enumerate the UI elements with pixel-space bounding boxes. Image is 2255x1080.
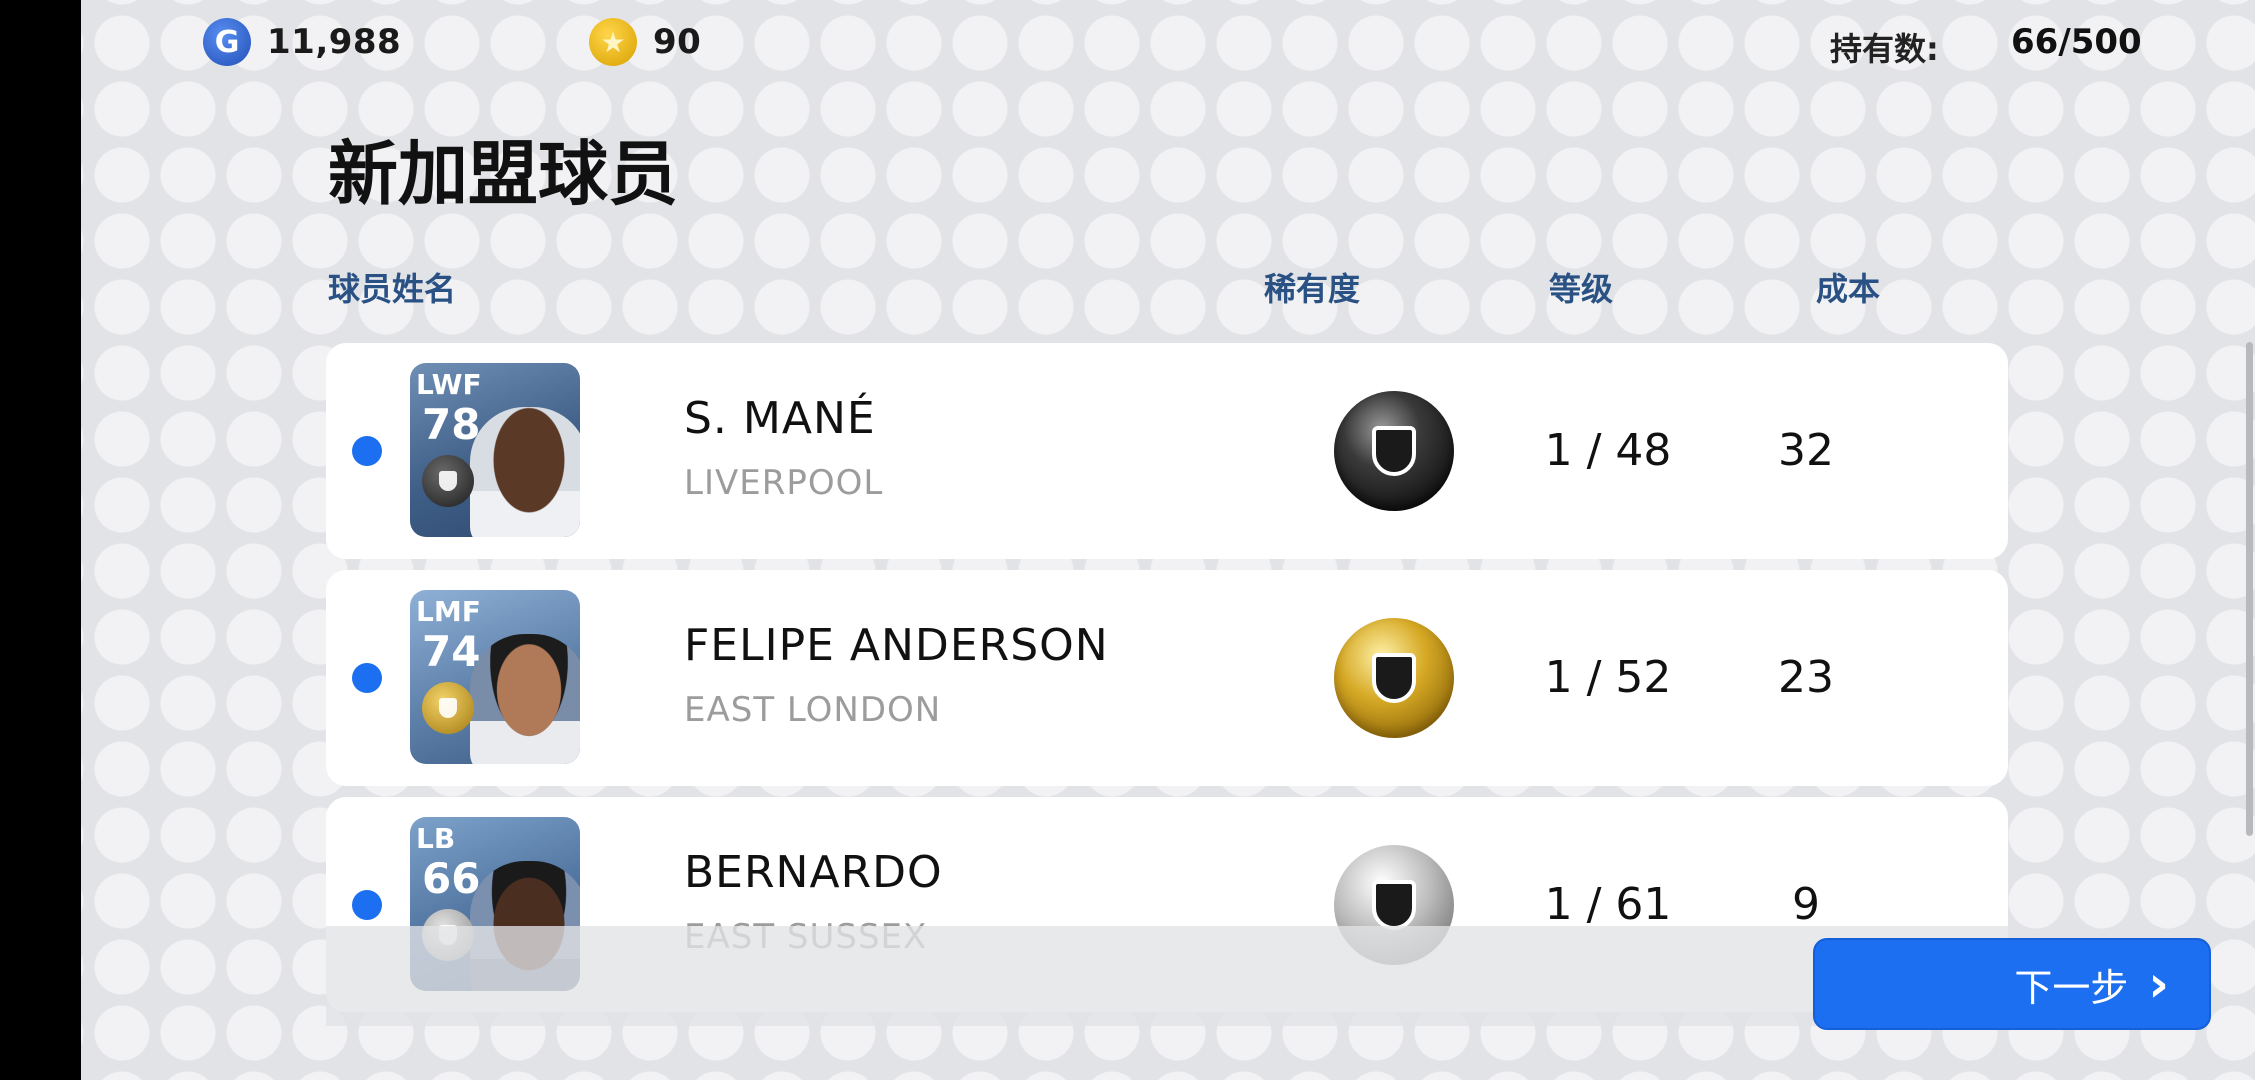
coin-balance: ★ 90 <box>589 18 701 66</box>
player-portrait <box>470 634 580 764</box>
rarity-ball-icon <box>422 455 474 507</box>
player-cost: 23 <box>1778 652 1834 703</box>
player-club: LIVERPOOL <box>684 463 884 503</box>
gp-balance: G 11,988 <box>203 18 401 66</box>
new-indicator-dot <box>352 663 382 693</box>
page-title: 新加盟球员 <box>328 133 678 215</box>
player-level: 1 / 48 <box>1544 425 1672 476</box>
rarity-gold-ball-icon <box>1334 618 1454 738</box>
new-indicator-dot <box>352 890 382 920</box>
gp-icon: G <box>203 18 251 66</box>
chevron-right-icon: › <box>2148 955 2169 1013</box>
player-club: EAST LONDON <box>684 690 942 730</box>
column-header-cost: 成本 <box>1816 270 1881 308</box>
next-step-button[interactable]: 下一步 › <box>1813 938 2211 1030</box>
player-row[interactable]: LMF 74 FELIPE ANDERSON EAST LONDON 1 / 5… <box>326 570 2008 786</box>
player-rating: 74 <box>422 627 481 676</box>
player-card[interactable]: LWF 78 <box>410 363 580 537</box>
coin-amount: 90 <box>653 22 702 62</box>
player-row[interactable]: LWF 78 S. MANÉ LIVERPOOL 1 / 48 32 <box>326 343 2008 559</box>
owned-count: 66/500 <box>2011 22 2142 62</box>
player-name: S. MANÉ <box>684 393 876 444</box>
player-level: 1 / 52 <box>1544 652 1672 703</box>
player-portrait <box>470 407 580 537</box>
player-name: BERNARDO <box>684 847 943 898</box>
owned-label: 持有数: <box>1830 30 1939 68</box>
player-cost: 32 <box>1778 425 1834 476</box>
player-level: 1 / 61 <box>1544 879 1672 930</box>
player-cost: 9 <box>1792 879 1820 930</box>
player-rating: 66 <box>422 854 481 903</box>
player-position: LWF <box>416 368 482 401</box>
coin-icon: ★ <box>589 18 637 66</box>
next-step-label: 下一步 <box>2014 965 2129 1010</box>
player-rating: 78 <box>422 400 481 449</box>
player-name: FELIPE ANDERSON <box>684 620 1109 671</box>
list-scrollbar[interactable] <box>2246 342 2253 836</box>
column-header-rarity: 稀有度 <box>1264 270 1361 308</box>
column-header-level: 等级 <box>1549 270 1614 308</box>
gp-amount: 11,988 <box>267 22 402 62</box>
player-position: LMF <box>416 595 481 628</box>
rarity-black-ball-icon <box>1334 391 1454 511</box>
new-indicator-dot <box>352 436 382 466</box>
screen: G 11,988 ★ 90 持有数: 66/500 新加盟球员 球员姓名 稀有度… <box>81 0 2255 1080</box>
rarity-ball-icon <box>422 682 474 734</box>
column-header-name: 球员姓名 <box>328 270 457 308</box>
list-fade-overlay <box>326 926 2016 1026</box>
player-list[interactable]: LWF 78 S. MANÉ LIVERPOOL 1 / 48 32 LMF 7… <box>326 340 2016 1012</box>
player-position: LB <box>416 822 456 855</box>
player-card[interactable]: LMF 74 <box>410 590 580 764</box>
